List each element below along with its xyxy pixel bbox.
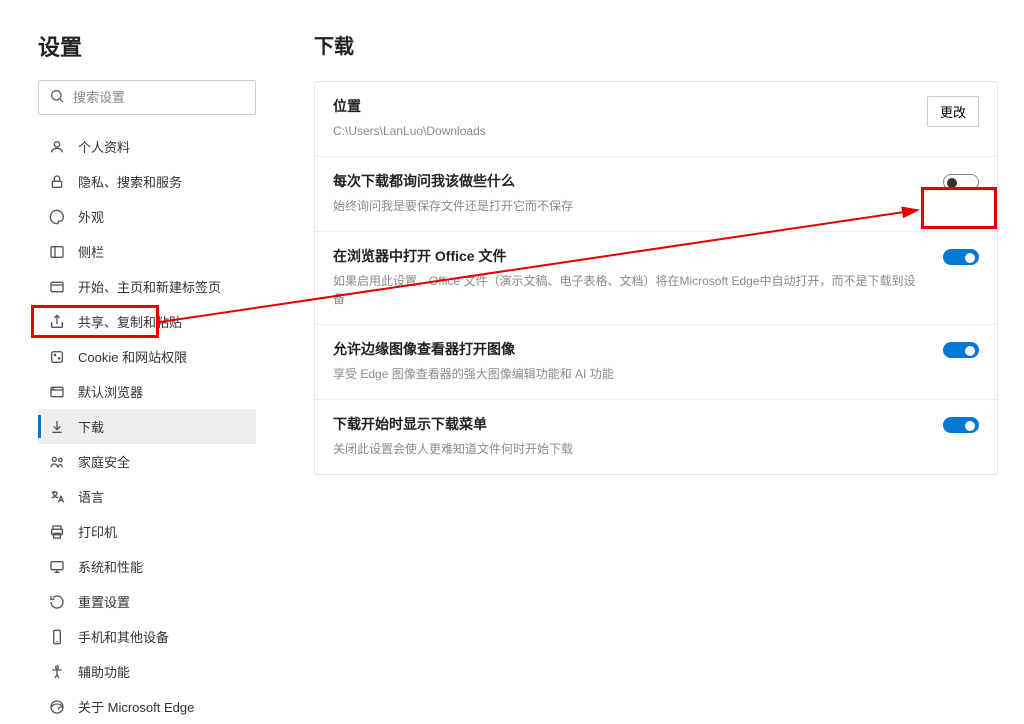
nav-reset[interactable]: 重置设置 [38,584,256,619]
row-open-office: 在浏览器中打开 Office 文件 如果启用此设置，Office 文件（演示文稿… [315,232,997,325]
downloads-panel: 位置 C:\Users\LanLuo\Downloads 更改 每次下载都询问我… [314,81,998,475]
language-icon [48,489,66,505]
change-location-button[interactable]: 更改 [927,96,979,127]
toggle-image-viewer[interactable] [943,342,979,358]
nav-label: 开始、主页和新建标签页 [78,277,221,296]
nav-accessibility[interactable]: 辅助功能 [38,654,256,689]
appearance-icon [48,209,66,225]
sidebar-title: 设置 [38,30,256,62]
nav-label: 下载 [78,417,104,436]
sidebar-icon [48,244,66,260]
nav-default-browser[interactable]: 默认浏览器 [38,374,256,409]
row-title: 允许边缘图像查看器打开图像 [333,339,923,359]
row-desc: 关闭此设置会使人更难知道文件何时开始下载 [333,440,923,458]
nav-list: 个人资料 隐私、搜索和服务 外观 侧栏 开始、主页和新建标签页 共享、复制和粘贴 [38,129,256,724]
row-desc: 始终询问我是要保存文件还是打开它而不保存 [333,197,923,215]
main-content: 下载 位置 C:\Users\LanLuo\Downloads 更改 每次下载都… [280,0,1024,594]
phone-icon [48,629,66,645]
nav-label: 手机和其他设备 [78,627,169,646]
row-desc: 如果启用此设置，Office 文件（演示文稿、电子表格、文档）将在Microso… [333,272,923,308]
nav-share[interactable]: 共享、复制和粘贴 [38,304,256,339]
system-icon [48,559,66,575]
nav-system[interactable]: 系统和性能 [38,549,256,584]
nav-label: 系统和性能 [78,557,143,576]
nav-start[interactable]: 开始、主页和新建标签页 [38,269,256,304]
row-title: 下载开始时显示下载菜单 [333,414,923,434]
nav-label: 个人资料 [78,137,130,156]
lock-icon [48,174,66,190]
nav-label: 辅助功能 [78,662,130,681]
nav-language[interactable]: 语言 [38,479,256,514]
cookie-icon [48,349,66,365]
page-title: 下载 [314,30,998,59]
row-title: 每次下载都询问我该做些什么 [333,171,923,191]
row-title: 在浏览器中打开 Office 文件 [333,246,923,266]
search-icon [49,88,65,107]
nav-label: 隐私、搜索和服务 [78,172,182,191]
toggle-ask-each-download[interactable] [943,174,979,190]
nav-sidebar[interactable]: 侧栏 [38,234,256,269]
nav-privacy[interactable]: 隐私、搜索和服务 [38,164,256,199]
search-input[interactable] [73,90,249,105]
toggle-download-menu[interactable] [943,417,979,433]
settings-sidebar: 设置 个人资料 隐私、搜索和服务 外观 侧栏 [0,0,280,594]
printer-icon [48,524,66,540]
tab-icon [48,279,66,295]
row-image-viewer: 允许边缘图像查看器打开图像 享受 Edge 图像查看器的强大图像编辑功能和 AI… [315,325,997,400]
nav-label: 共享、复制和粘贴 [78,312,182,331]
nav-appearance[interactable]: 外观 [38,199,256,234]
nav-devices[interactable]: 手机和其他设备 [38,619,256,654]
toggle-open-office[interactable] [943,249,979,265]
row-desc: 享受 Edge 图像查看器的强大图像编辑功能和 AI 功能 [333,365,923,383]
nav-label: 侧栏 [78,242,104,261]
nav-label: 打印机 [78,522,117,541]
row-title: 位置 [333,96,907,116]
share-icon [48,314,66,330]
download-icon [48,419,66,435]
download-path: C:\Users\LanLuo\Downloads [333,122,907,140]
nav-label: 外观 [78,207,104,226]
nav-cookies[interactable]: Cookie 和网站权限 [38,339,256,374]
edge-icon [48,699,66,715]
nav-family[interactable]: 家庭安全 [38,444,256,479]
nav-label: 默认浏览器 [78,382,143,401]
nav-label: 家庭安全 [78,452,130,471]
row-location: 位置 C:\Users\LanLuo\Downloads 更改 [315,82,997,157]
accessibility-icon [48,664,66,680]
reset-icon [48,594,66,610]
nav-label: 重置设置 [78,592,130,611]
profile-icon [48,139,66,155]
browser-icon [48,384,66,400]
nav-label: 语言 [78,487,104,506]
row-download-menu: 下载开始时显示下载菜单 关闭此设置会使人更难知道文件何时开始下载 [315,400,997,474]
search-settings[interactable] [38,80,256,115]
row-ask-each-download: 每次下载都询问我该做些什么 始终询问我是要保存文件还是打开它而不保存 [315,157,997,232]
nav-printer[interactable]: 打印机 [38,514,256,549]
nav-about[interactable]: 关于 Microsoft Edge [38,689,256,724]
nav-label: 关于 Microsoft Edge [78,697,194,716]
nav-label: Cookie 和网站权限 [78,347,187,366]
family-icon [48,454,66,470]
nav-downloads[interactable]: 下载 [38,409,256,444]
nav-profile[interactable]: 个人资料 [38,129,256,164]
